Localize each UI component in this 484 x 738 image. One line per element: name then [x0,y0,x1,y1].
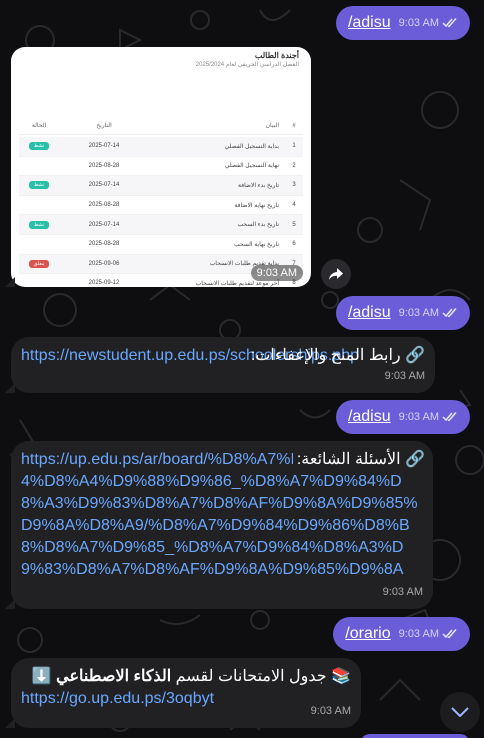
bubble-tail [5,718,15,728]
row-date: 2025-07-14 [88,182,120,189]
message-time: 9:03 AM [398,17,439,29]
download-icon: ⬇️ [31,668,52,685]
doc-table-row: نشط 2025-07-14 بداية التسجيل الفصلي 1 [19,137,303,157]
message-meta: 9:03 AM [399,406,458,428]
double-check-icon [442,629,457,639]
row-name: آخر موعد لتقديم طلبات الانسحاب [195,280,279,287]
message-label: رابط المنح والإعفاءات: [250,347,401,364]
message-label: الأسئلة الشائعة: [296,451,401,468]
header-date: التاريخ [96,123,112,129]
row-date: 2025-08-28 [88,241,120,248]
outgoing-message[interactable]: /adisu 9:03 AM [335,296,470,330]
outgoing-message[interactable]: /orario 9:03 AM [333,617,470,651]
incoming-message: https://up.edu.ps/ar/board/%D8%A7%D9%84%… [11,441,433,609]
row-num: 2 [292,162,296,169]
message-time: 9:03 AM [398,628,439,640]
row-status: نشط [19,142,59,151]
double-check-icon [442,308,457,318]
doc-title: أجندة الطالب [254,51,299,60]
doc-table-row: 2025-08-28 تاريخ نهاية السحب 6 [19,235,303,255]
student-agenda-image: أجندة الطالب الفصل الدراسي الخريفي لعام … [11,47,311,287]
row-num: 5 [292,221,296,228]
message-meta: 9:03 AM [399,623,458,645]
row-num: 6 [292,241,296,248]
row-num: 8 [292,280,296,287]
message-meta: 9:03 AM [399,302,458,324]
message-time: 9:03 AM [384,370,425,382]
doc-table-row: نشط 2025-07-14 تاريخ بدء السحب 5 [19,215,303,235]
message-meta: 9:03 AM [399,12,458,34]
row-num: 4 [292,202,296,209]
message-label-group: 📚 جدول الامتحانات لقسم الذكاء الاصطناعي … [21,666,351,688]
row-date: 2025-09-12 [88,280,120,287]
row-num: 1 [292,143,296,150]
message-label: جدول الامتحانات لقسم [171,668,327,685]
doc-table-row: 2025-08-28 تاريخ نهاية الاضافة 4 [19,196,303,216]
command-link[interactable]: /adisu [348,406,391,428]
row-num: 3 [292,182,296,189]
message-body: https://go.up.edu.ps/3oqbyt [21,688,351,710]
message-time: 9:03 AM [398,307,439,319]
row-status: نشط [19,181,59,190]
outgoing-message-partial [360,734,470,738]
doc-table-row: 2025-08-28 نهاية التسجيل الفصلي 2 [19,157,303,177]
bubble-tail [5,277,15,287]
command-link[interactable]: /adisu [348,12,391,34]
photo-message[interactable]: أجندة الطالب الفصل الدراسي الخريفي لعام … [11,47,311,287]
incoming-message: https://newstudent.up.edu.ps/schoolershi… [11,337,435,393]
doc-subtitle: الفصل الدراسي الخريفي لعام 2025/2024 [195,62,299,68]
share-button[interactable] [321,259,351,289]
row-name: نهاية التسجيل الفصلي [224,163,279,170]
header-status: الحالة [31,123,47,129]
row-date: 2025-07-14 [88,221,120,228]
status-badge: نشط [28,220,50,229]
doc-table-row: نشط 2025-07-14 تاريخ بدء الاضافة 3 [19,176,303,196]
double-check-icon [442,18,457,28]
row-name: تاريخ نهاية السحب [233,241,279,248]
scroll-down-button[interactable] [440,692,480,732]
books-icon: 📚 [331,668,351,685]
row-date: 2025-08-28 [88,202,120,209]
command-link[interactable]: /orario [345,623,390,645]
link-icon: 🔗 [405,347,425,364]
message-label-group: 🔗 رابط المنح والإعفاءات: [251,345,425,367]
bubble-tail [5,599,15,609]
message-label-group: 🔗 الأسئلة الشائعة: [292,449,425,471]
row-date: 2025-09-06 [88,260,120,267]
message-time: 9:03 AM [310,705,351,717]
row-date: 2025-08-28 [88,162,120,169]
status-badge: نشط [28,181,50,190]
chevron-down-icon [451,707,469,717]
message-time: 9:03 AM [398,411,439,423]
header-num: # [292,122,296,129]
double-check-icon [442,412,457,422]
header-name: البيان [265,123,279,129]
photo-time: 9:03 AM [250,265,303,281]
row-date: 2025-07-14 [88,143,120,150]
link-icon: 🔗 [405,451,425,468]
row-name: بداية التسجيل الفصلي [224,143,279,150]
message-label-bold: الذكاء الاصطناعي [56,668,172,685]
outgoing-message[interactable]: /adisu 9:03 AM [335,400,470,434]
row-status: نشط [19,220,59,229]
incoming-message: 📚 جدول الامتحانات لقسم الذكاء الاصطناعي … [11,658,361,728]
share-icon [329,268,343,280]
status-badge: نشط [28,142,50,151]
outgoing-message[interactable]: /adisu 9:03 AM [335,6,470,40]
doc-table-header: الحالة التاريخ البيان # [19,117,303,135]
row-name: تاريخ نهاية الاضافة [234,202,279,209]
command-link[interactable]: /adisu [348,302,391,324]
row-name: تاريخ بدء الاضافة [237,182,279,189]
row-name: تاريخ بدء السحب [237,222,279,229]
row-status: مغلق [19,259,59,268]
status-badge: مغلق [28,259,50,268]
bubble-tail [5,383,15,393]
message-time: 9:03 AM [382,586,423,598]
message-link[interactable]: https://go.up.edu.ps/3oqbyt [21,690,214,707]
